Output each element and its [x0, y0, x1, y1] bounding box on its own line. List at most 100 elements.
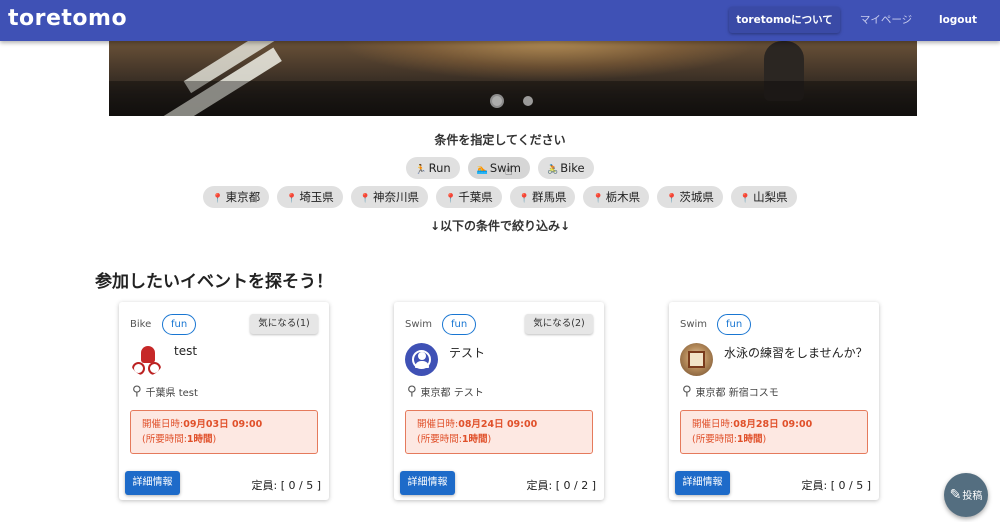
duration-value: 1時間 [461, 434, 488, 445]
event-title: test [174, 344, 198, 358]
duration-label: (所要時間: [417, 434, 462, 445]
chip-pref-ibaraki[interactable]: 📍 茨城県 [657, 186, 723, 208]
sport-filter-row: 🏃 Run 🏊 Swim 🚴 Bike [0, 157, 1000, 179]
hero-image [339, 41, 759, 81]
duration-value: 1時間 [736, 434, 763, 445]
nav-logout-button[interactable]: logout [932, 7, 984, 33]
hero-carousel [109, 41, 917, 116]
prefecture-filter-row: 📍 東京都 📍 埼玉県 📍 神奈川県 📍 千葉県 📍 群馬県 📍 栃木県 📍 茨城県 📍 山梨県 [0, 186, 1000, 208]
event-date-box: 開催日時:08月28日 09:00 (所要時間:1時間) [680, 410, 868, 454]
chip-label: 千葉県 [458, 190, 493, 204]
fab-label: 投稿 [962, 491, 983, 502]
chip-pref-gunma[interactable]: 📍 群馬県 [509, 186, 576, 208]
chip-label: 東京都 [225, 190, 261, 204]
event-tag[interactable]: fun [442, 314, 477, 335]
event-capacity: 定員: [ 0 / 5 ] [801, 479, 871, 492]
pencil-icon: ✎ [949, 487, 962, 503]
event-tag[interactable]: fun [162, 314, 197, 335]
event-duration: (所要時間:1時間) [417, 432, 592, 447]
duration-label: (所要時間: [142, 434, 187, 445]
location-pin-icon: ⚲ [407, 384, 417, 399]
post-fab-button[interactable]: ✎投稿 [944, 473, 988, 517]
location-text: 千葉県 test [145, 388, 198, 399]
bike-icon: 🚴 [546, 165, 559, 175]
location-pin-icon: 📍 [445, 194, 457, 204]
chip-label: 栃木県 [605, 190, 641, 204]
date-value: 08月24日 09:00 [458, 419, 538, 430]
swim-icon: 🏊 [476, 165, 488, 175]
event-capacity: 定員: [ 0 / 5 ] [251, 479, 321, 492]
chip-pref-tochigi[interactable]: 📍 栃木県 [583, 186, 650, 208]
duration-value: 1時間 [186, 434, 213, 445]
chip-label: Run [428, 161, 451, 175]
duration-close: ) [762, 434, 767, 445]
detail-button[interactable]: 詳細情報 [125, 471, 180, 495]
account-head [418, 352, 426, 360]
date-label: 開催日時: [417, 419, 459, 430]
event-tag[interactable]: fun [717, 314, 752, 335]
location-pin-icon: 📍 [592, 194, 604, 204]
event-capacity: 定員: [ 0 / 2 ] [526, 479, 596, 492]
carousel-dot-1[interactable] [490, 94, 504, 108]
carousel-dot-2[interactable] [523, 96, 533, 106]
event-duration: (所要時間:1時間) [692, 432, 867, 447]
duration-close: ) [487, 434, 492, 445]
event-duration: (所要時間:1時間) [142, 432, 317, 447]
hero-shade [109, 81, 917, 116]
brand-logo[interactable]: toretomo [8, 6, 127, 31]
chip-bike[interactable]: 🚴 Bike [537, 157, 594, 179]
detail-button[interactable]: 詳細情報 [400, 471, 455, 495]
event-card-2: Swim fun 気になる(2) テスト ⚲ 東京都 テスト 開催日時:08月24… [394, 302, 604, 500]
event-date-box: 開催日時:09月03日 09:00 (所要時間:1時間) [130, 410, 318, 454]
event-sport: Swim [680, 319, 708, 330]
location-pin-icon: ⚲ [132, 384, 142, 399]
chip-label: 山梨県 [753, 190, 788, 204]
location-pin-icon: 📍 [359, 194, 372, 204]
date-value: 09月03日 09:00 [183, 419, 263, 430]
avatar[interactable] [405, 343, 438, 376]
avatar[interactable] [680, 343, 713, 376]
chip-label: 神奈川県 [373, 190, 420, 204]
mouse-pointer-icon: ☝ [505, 164, 513, 178]
location-pin-icon: ⚲ [682, 384, 692, 399]
wheel [132, 362, 145, 375]
chip-run[interactable]: 🏃 Run [406, 157, 460, 179]
filter-title: 条件を指定してください [434, 133, 566, 147]
section-title: 参加したいイベントを探そう！ [95, 272, 333, 292]
date-label: 開催日時: [692, 419, 734, 430]
event-title: テスト [449, 346, 486, 360]
event-location: ⚲ 東京都 新宿コスモ [682, 384, 779, 399]
photo [688, 351, 705, 368]
location-pin-icon: 📍 [666, 194, 678, 204]
narrow-down-label[interactable]: ↓以下の条件で絞り込み↓ [0, 217, 1000, 234]
event-sport: Swim [405, 319, 433, 330]
nav-about-button[interactable]: toretomoについて [729, 7, 840, 33]
location-text: 東京都 テスト [420, 388, 484, 399]
chip-pref-kanagawa[interactable]: 📍 神奈川県 [350, 186, 429, 208]
event-sport: Bike [130, 319, 152, 330]
kininaru-button[interactable]: 気になる(1) [250, 314, 318, 334]
chip-swim[interactable]: 🏊 Swim [467, 157, 530, 179]
event-date: 開催日時:09月03日 09:00 [142, 417, 317, 432]
date-label: 開催日時: [142, 419, 184, 430]
event-card-1: Bike fun 気になる(1) test ⚲ 千葉県 test 開催日時:09月… [119, 302, 329, 500]
cyclist [141, 346, 155, 363]
chip-label: Bike [560, 161, 585, 175]
chip-pref-saitama[interactable]: 📍 埼玉県 [277, 186, 343, 208]
chip-pref-tokyo[interactable]: 📍 東京都 [203, 186, 270, 208]
kininaru-button[interactable]: 気になる(2) [525, 314, 593, 334]
avatar[interactable] [130, 343, 163, 376]
event-date: 開催日時:08月28日 09:00 [692, 417, 867, 432]
chip-pref-yamanashi[interactable]: 📍 山梨県 [730, 186, 797, 208]
detail-button[interactable]: 詳細情報 [675, 471, 730, 495]
duration-close: ) [212, 434, 217, 445]
event-card-3: Swim fun 水泳の練習をしませんか？ ⚲ 東京都 新宿コスモ 開催日時:08… [669, 302, 879, 500]
location-pin-icon: 📍 [286, 194, 298, 204]
chip-pref-chiba[interactable]: 📍 千葉県 [436, 186, 502, 208]
location-pin-icon: 📍 [212, 194, 224, 204]
nav-mypage-button[interactable]: マイページ [850, 7, 922, 33]
duration-label: (所要時間: [692, 434, 737, 445]
event-date: 開催日時:08月24日 09:00 [417, 417, 592, 432]
account-shoulders [415, 361, 429, 368]
app-bar: toretomo toretomoについて マイページ logout [0, 0, 1000, 41]
